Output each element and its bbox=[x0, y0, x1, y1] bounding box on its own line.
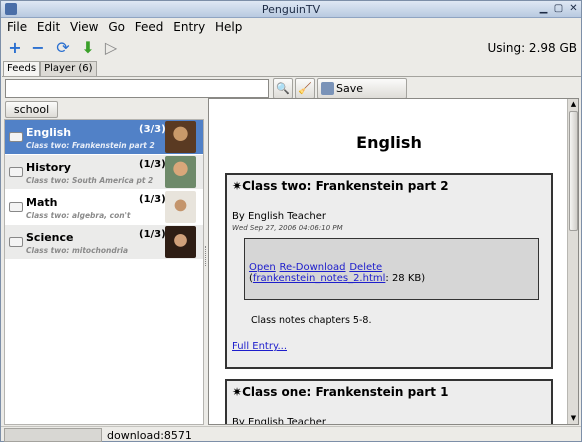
feed-name: Science bbox=[26, 231, 74, 244]
feed-count: (1/3) bbox=[139, 194, 166, 205]
feed-avatar bbox=[165, 156, 196, 188]
entry-author: By English Teacher bbox=[232, 417, 327, 425]
enclosure-actions: Open Re-Download Delete bbox=[249, 259, 382, 273]
menu-bar: File Edit View Go Feed Entry Help bbox=[1, 18, 581, 37]
entry-description: Class notes chapters 5-8. bbox=[251, 315, 372, 326]
file-link[interactable]: frankenstein_notes_2.html bbox=[253, 273, 385, 284]
feed-count: (3/3) bbox=[139, 124, 166, 135]
progress-bar bbox=[4, 428, 102, 442]
remove-feed-icon[interactable]: − bbox=[29, 39, 47, 57]
add-feed-icon[interactable]: + bbox=[6, 39, 24, 57]
magnifier-icon: 🔍 bbox=[276, 82, 290, 95]
tab-strip: Feeds Player (6) bbox=[3, 61, 97, 77]
entry-view: English ✷Class two: Frankenstein part 2 … bbox=[208, 98, 579, 425]
menu-view[interactable]: View bbox=[64, 18, 98, 34]
feed-item-math[interactable]: Math (1/3) Class two: algebra, con't bbox=[5, 190, 203, 224]
redownload-link[interactable]: Re-Download bbox=[280, 262, 346, 273]
feed-icon bbox=[9, 132, 23, 142]
enclosure-file: (frankenstein_notes_2.html: 28 KB) bbox=[249, 273, 426, 284]
open-link[interactable]: Open bbox=[249, 262, 276, 273]
save-search-icon bbox=[321, 82, 334, 95]
window-title: PenguinTV bbox=[261, 3, 321, 16]
scrollbar-thumb[interactable] bbox=[569, 111, 578, 231]
menu-help[interactable]: Help bbox=[209, 18, 242, 34]
scroll-down-icon[interactable]: ▼ bbox=[568, 413, 579, 424]
minimize-icon[interactable]: ▁ bbox=[537, 3, 550, 15]
file-size: : 28 KB) bbox=[385, 273, 426, 284]
tag-filter-dropdown[interactable]: school (4) bbox=[5, 101, 58, 131]
refresh-icon[interactable]: ⟳ bbox=[54, 39, 72, 57]
feed-item-history[interactable]: History (1/3) Class two: South America p… bbox=[5, 155, 203, 189]
feed-icon bbox=[9, 237, 23, 247]
save-search-button[interactable]: Save Search... bbox=[317, 78, 407, 114]
entry-title: ✷Class two: Frankenstein part 2 bbox=[232, 179, 449, 193]
feed-name: English bbox=[26, 126, 72, 139]
new-entry-icon: ✷ bbox=[232, 179, 243, 193]
play-icon[interactable]: ▷ bbox=[102, 39, 120, 57]
status-bar: download:8571 bbox=[1, 426, 581, 442]
feed-icon bbox=[9, 202, 23, 212]
entry-card: ✷Class one: Frankenstein part 1 By Engli… bbox=[225, 379, 553, 425]
entry-date: Wed Sep 27, 2006 04:06:10 PM bbox=[232, 224, 343, 232]
feed-latest-entry: Class two: algebra, con't bbox=[26, 211, 131, 220]
toolbar: + − ⟳ ⬇ ▷ Using: 2.98 GB bbox=[1, 37, 581, 59]
search-input[interactable] bbox=[5, 79, 269, 98]
feed-latest-entry: Class two: mitochondria bbox=[26, 246, 129, 255]
entry-card: ✷Class two: Frankenstein part 2 By Engli… bbox=[225, 173, 553, 369]
clear-search-button[interactable]: 🧹 bbox=[295, 78, 315, 99]
menu-go[interactable]: Go bbox=[102, 18, 125, 34]
status-text: download:8571 bbox=[107, 429, 192, 442]
feed-list: English (3/3) Class two: Frankenstein pa… bbox=[4, 119, 204, 425]
feed-avatar bbox=[165, 191, 196, 223]
menu-edit[interactable]: Edit bbox=[31, 18, 60, 34]
feed-item-science[interactable]: Science (1/3) Class two: mitochondria bbox=[5, 225, 203, 259]
entry-scrollbar[interactable]: ▲ ▼ bbox=[567, 99, 578, 424]
feed-icon bbox=[9, 167, 23, 177]
feed-name: History bbox=[26, 161, 71, 174]
close-icon[interactable]: ✕ bbox=[567, 3, 580, 15]
search-button[interactable]: 🔍 bbox=[273, 78, 293, 99]
disk-usage: Using: 2.98 GB bbox=[487, 41, 577, 55]
feed-latest-entry: Class two: South America pt 2 bbox=[26, 176, 154, 185]
app-window: PenguinTV ▁ ▢ ✕ File Edit View Go Feed E… bbox=[0, 0, 582, 442]
feed-item-english[interactable]: English (3/3) Class two: Frankenstein pa… bbox=[5, 120, 203, 154]
broom-icon: 🧹 bbox=[298, 82, 312, 95]
delete-link[interactable]: Delete bbox=[349, 262, 382, 273]
feed-latest-entry: Class two: Frankenstein part 2 bbox=[26, 141, 155, 150]
entry-title: ✷Class one: Frankenstein part 1 bbox=[232, 385, 449, 399]
tab-feeds[interactable]: Feeds bbox=[3, 61, 41, 77]
title-bar: PenguinTV ▁ ▢ ✕ bbox=[1, 1, 581, 18]
feed-avatar bbox=[165, 121, 196, 153]
download-icon[interactable]: ⬇ bbox=[79, 39, 97, 57]
feed-name: Math bbox=[26, 196, 58, 209]
feed-count: (1/3) bbox=[139, 159, 166, 170]
menu-feed[interactable]: Feed bbox=[129, 18, 164, 34]
menu-entry[interactable]: Entry bbox=[167, 18, 205, 34]
menu-file[interactable]: File bbox=[1, 18, 27, 34]
tab-player[interactable]: Player (6) bbox=[40, 61, 97, 77]
new-entry-icon: ✷ bbox=[232, 385, 243, 399]
entry-author: By English Teacher bbox=[232, 211, 327, 222]
feed-count: (1/3) bbox=[139, 229, 166, 240]
feed-avatar bbox=[165, 226, 196, 258]
enclosure-box: Open Re-Download Delete (frankenstein_no… bbox=[244, 238, 539, 300]
full-entry-link[interactable]: Full Entry... bbox=[232, 341, 287, 352]
scroll-up-icon[interactable]: ▲ bbox=[568, 99, 579, 110]
feed-title: English bbox=[356, 133, 422, 152]
maximize-icon[interactable]: ▢ bbox=[552, 3, 565, 15]
